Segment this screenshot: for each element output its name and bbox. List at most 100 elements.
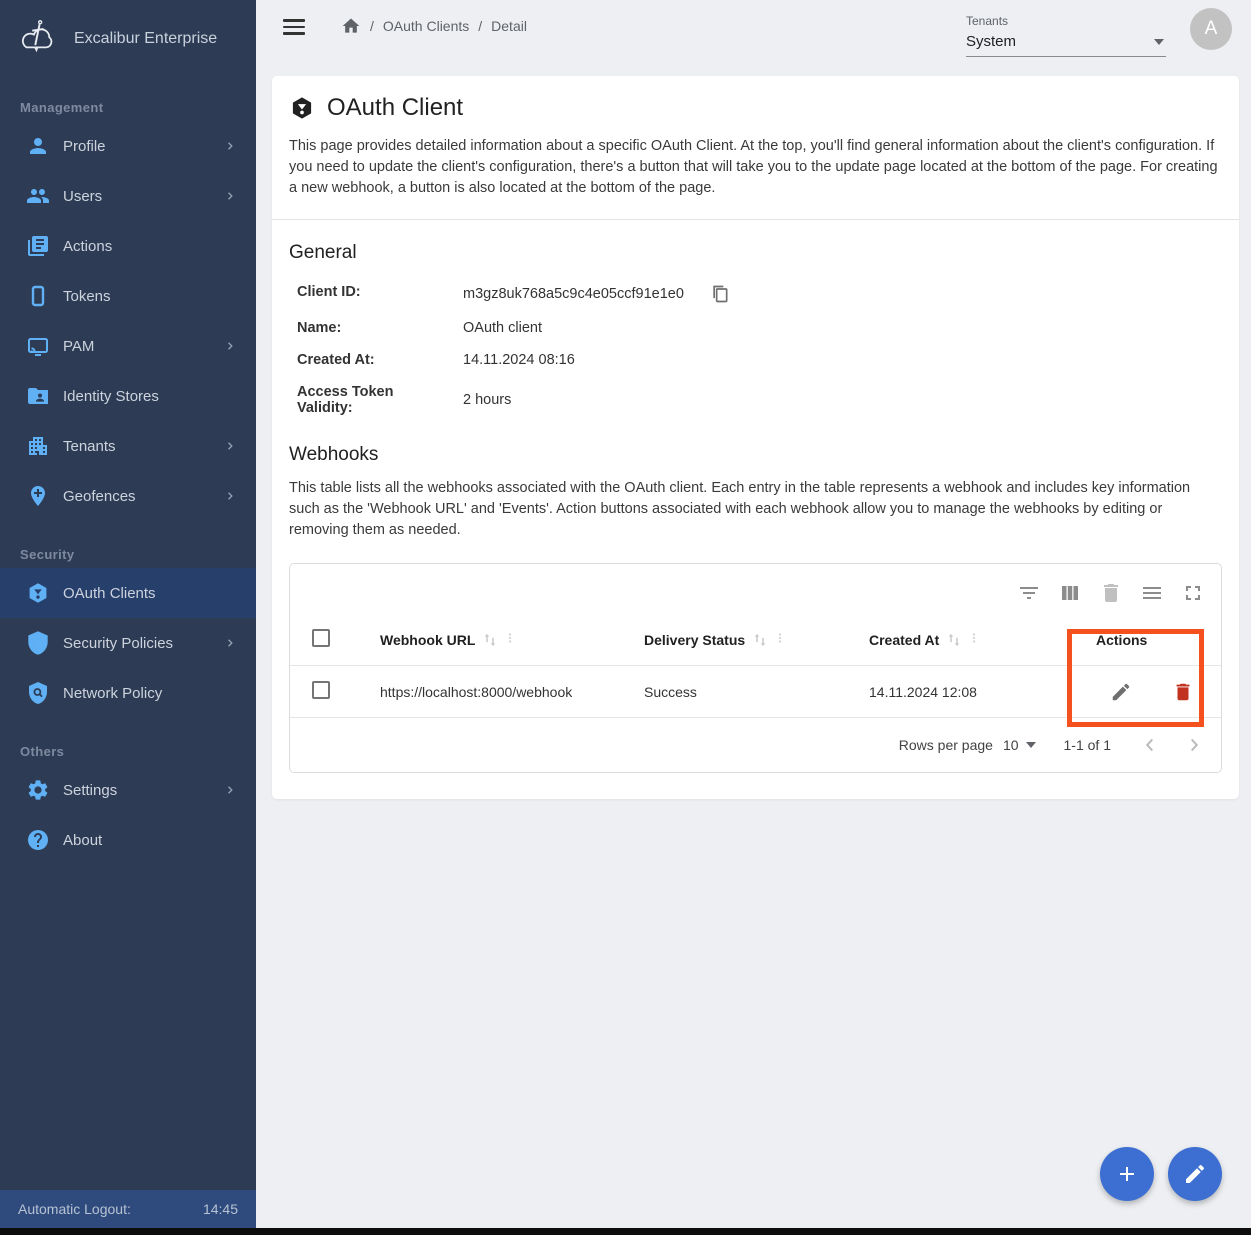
sidebar-item-tenants[interactable]: Tenants [0,421,256,471]
trash-icon[interactable] [1099,581,1123,605]
home-icon[interactable] [341,16,361,36]
sidebar-item-label: Network Policy [63,685,162,702]
logout-countdown: 14:45 [203,1201,238,1217]
token-icon [26,581,50,605]
sidebar-item-security-policies[interactable]: Security Policies [0,618,256,668]
chevron-right-icon [224,489,238,503]
sidebar-item-label: Security Policies [63,635,173,652]
policy-icon [26,681,50,705]
app-root: Excalibur Enterprise Management Profile … [0,0,1251,1228]
edit-pencil-icon[interactable] [1110,681,1132,703]
sort-arrows-icon[interactable] [481,631,499,649]
sidebar-item-tokens[interactable]: Tokens [0,271,256,321]
sidebar-item-identity-stores[interactable]: Identity Stores [0,371,256,421]
sort-arrows-icon[interactable] [751,631,769,649]
column-menu-kebab-icon[interactable] [773,631,787,649]
edit-client-fab[interactable] [1168,1147,1222,1201]
sidebar-item-oauth-clients[interactable]: OAuth Clients [0,568,256,618]
pagination-range: 1-1 of 1 [1064,737,1111,753]
rows-per-page-select[interactable]: 10 [1003,737,1036,753]
sidebar-item-label: Geofences [63,488,136,505]
chevron-right-icon [224,339,238,353]
person-icon [26,134,50,158]
caret-down-icon [1026,742,1036,748]
column-menu-kebab-icon[interactable] [967,631,981,649]
group-icon [26,184,50,208]
main-area: / OAuth Clients / Detail Tenants System … [256,0,1251,1228]
shield-icon [26,631,50,655]
gear-icon [26,778,50,802]
copy-icon[interactable] [710,284,730,304]
sort-arrows-icon[interactable] [945,631,963,649]
sidebar-item-about[interactable]: About [0,815,256,865]
field-label: Client ID: [297,284,463,304]
sidebar-item-actions[interactable]: Actions [0,221,256,271]
sidebar-item-label: Tenants [63,438,116,455]
sidebar-item-users[interactable]: Users [0,171,256,221]
bottom-edge-strip [0,1228,1251,1235]
menu-hamburger-icon[interactable] [283,19,305,35]
column-header-created-at[interactable]: Created At [869,632,939,648]
select-all-checkbox[interactable] [312,629,330,647]
folder-user-icon [26,384,50,408]
fullscreen-icon[interactable] [1181,581,1205,605]
library-icon [26,234,50,258]
app-logo: Excalibur Enterprise [0,0,256,74]
column-header-webhook-url[interactable]: Webhook URL [380,632,475,648]
token-icon [289,95,315,121]
field-label: Access Token Validity: [297,384,463,416]
chevron-right-icon [224,783,238,797]
location-pin-plus-icon [26,484,50,508]
table-footer: Rows per page 10 1-1 of 1 [290,718,1221,772]
name-value: OAuth client [463,320,542,336]
column-menu-kebab-icon[interactable] [503,631,517,649]
breadcrumb-item-oauth-clients[interactable]: OAuth Clients [383,18,469,34]
sidebar-item-profile[interactable]: Profile [0,121,256,171]
webhook-url-cell: https://localhost:8000/webhook [380,684,572,700]
chevron-right-icon [224,139,238,153]
page-description: This page provides detailed information … [289,136,1222,199]
column-header-actions: Actions [1096,632,1147,648]
table-header-row: Webhook URL Delivery Status Created At [290,614,1221,666]
sidebar-item-label: About [63,832,102,849]
cloud-sword-logo-icon [14,18,60,60]
created-at-value: 14.11.2024 08:16 [463,352,575,368]
field-label: Created At: [297,352,463,368]
rows-per-page-label: Rows per page [899,737,993,753]
sidebar-item-geofences[interactable]: Geofences [0,471,256,521]
automatic-logout-bar: Automatic Logout: 14:45 [0,1190,256,1228]
sidebar-item-pam[interactable]: PAM [0,321,256,371]
filter-icon[interactable] [1017,581,1041,605]
webhooks-description: This table lists all the webhooks associ… [289,478,1222,541]
delete-trash-icon[interactable] [1172,681,1194,703]
sidebar-item-label: PAM [63,338,94,355]
help-icon [26,828,50,852]
column-header-delivery-status[interactable]: Delivery Status [644,632,745,648]
tenants-select-value: System [966,33,1016,50]
smartphone-icon [26,284,50,308]
next-page-icon[interactable] [1183,734,1205,756]
avatar[interactable]: A [1190,8,1232,50]
sidebar-item-network-policy[interactable]: Network Policy [0,668,256,718]
oauth-client-card: OAuth Client This page provides detailed… [272,76,1239,799]
sidebar-item-settings[interactable]: Settings [0,765,256,815]
tenants-select[interactable]: Tenants System [966,14,1166,57]
avatar-initial: A [1205,18,1218,40]
sidebar-item-label: Actions [63,238,112,255]
sidebar-item-label: Users [63,188,102,205]
tenants-select-label: Tenants [966,14,1166,28]
row-checkbox[interactable] [312,681,330,699]
columns-icon[interactable] [1058,581,1082,605]
webhooks-table: Webhook URL Delivery Status Created At [289,563,1222,773]
section-label-management: Management [0,100,256,115]
add-webhook-fab[interactable] [1100,1147,1154,1201]
section-label-security: Security [0,547,256,562]
previous-page-icon[interactable] [1139,734,1161,756]
sidebar-item-label: Identity Stores [63,388,159,405]
page-title: OAuth Client [327,94,463,122]
breadcrumb: / OAuth Clients / Detail [341,16,527,36]
add-plus-icon [1115,1162,1139,1186]
density-icon[interactable] [1140,581,1164,605]
app-title: Excalibur Enterprise [74,30,217,48]
breadcrumb-item-detail: Detail [491,18,527,34]
